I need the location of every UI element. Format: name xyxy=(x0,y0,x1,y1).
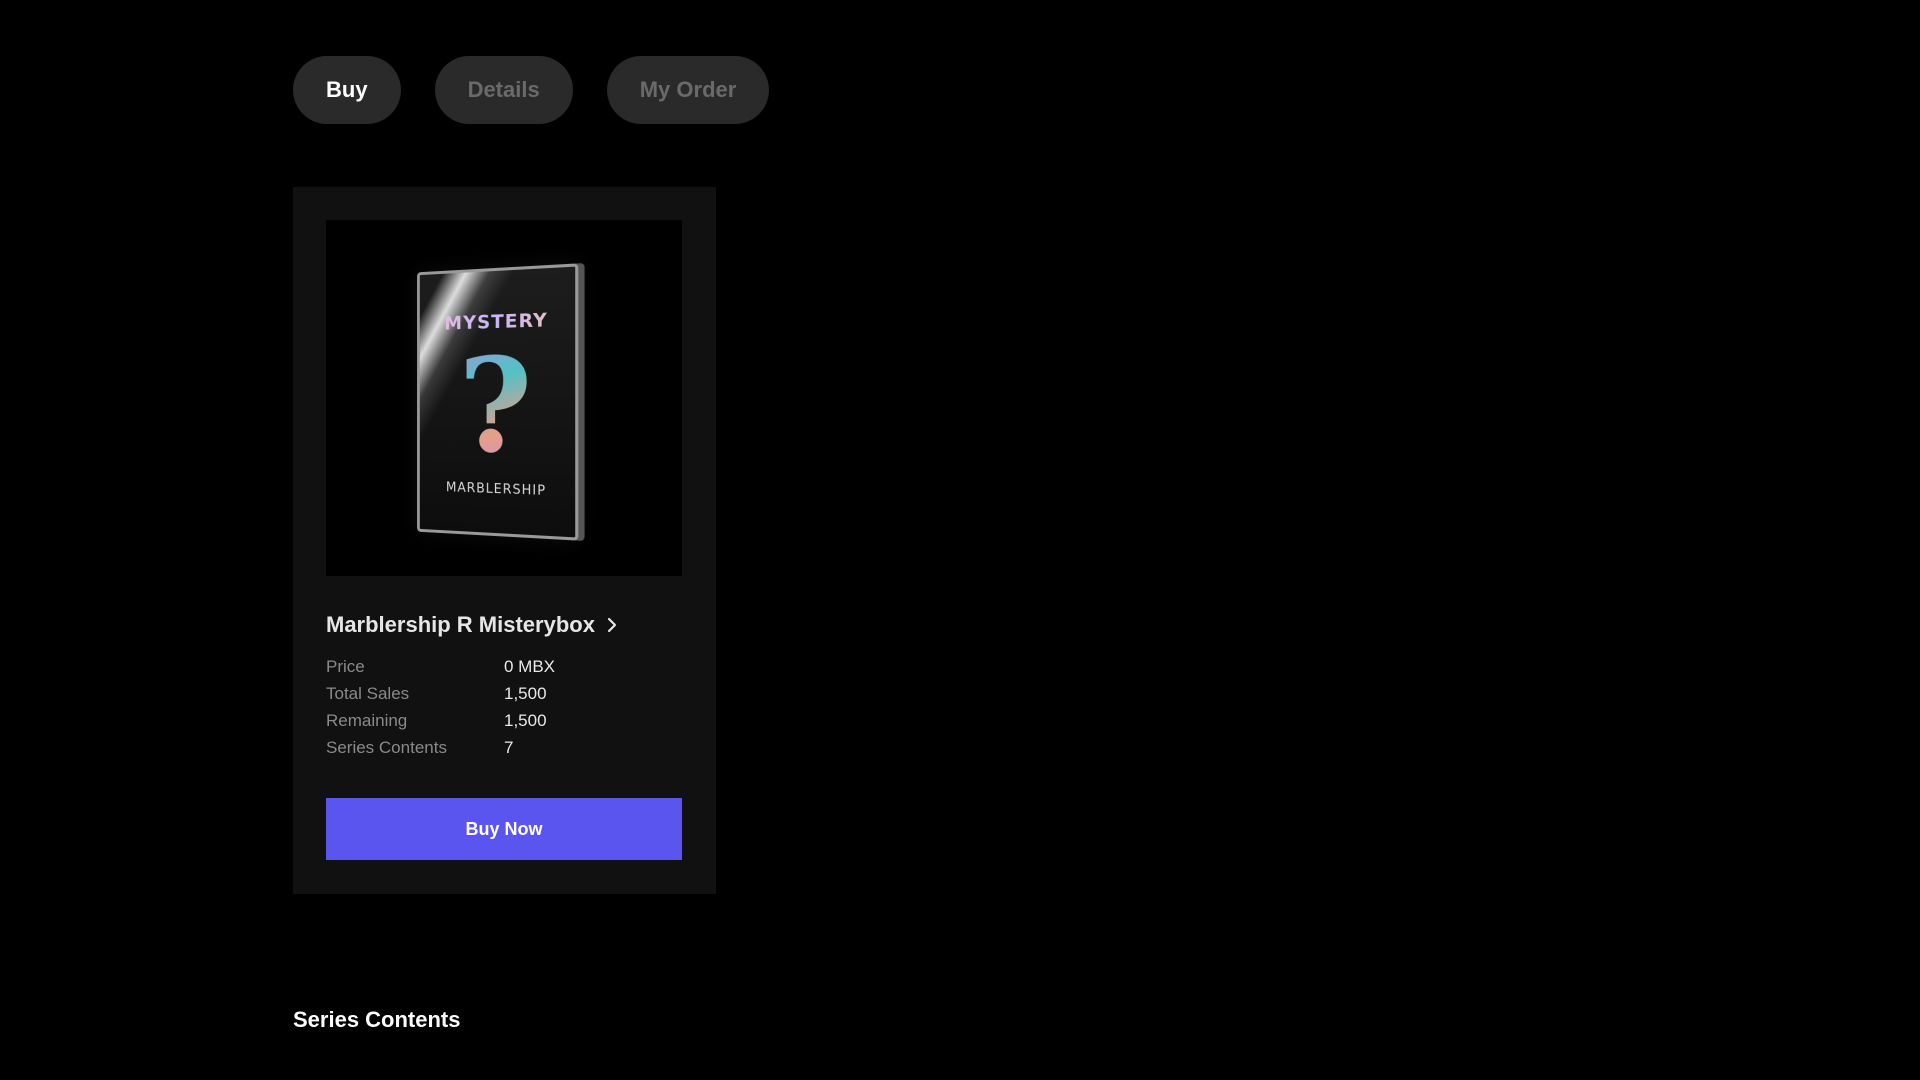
tab-buy[interactable]: Buy xyxy=(293,56,401,124)
stat-value: 7 xyxy=(504,737,514,757)
product-title: Marblership R Misterybox xyxy=(326,612,595,637)
stat-row-total-sales: Total Sales 1,500 xyxy=(326,680,555,707)
buy-now-button[interactable]: Buy Now xyxy=(326,798,682,860)
product-stats: Price 0 MBX Total Sales 1,500 Remaining … xyxy=(326,653,555,761)
product-image[interactable]: MYSTERY ? MARBLERSHIP xyxy=(326,220,682,576)
stat-value: 0 MBX xyxy=(504,656,556,676)
series-contents-heading: Series Contents xyxy=(293,1007,461,1032)
box-bottom-text: MARBLERSHIP xyxy=(445,480,547,500)
chevron-right-icon xyxy=(607,617,617,633)
mystery-box-art: MYSTERY ? MARBLERSHIP xyxy=(417,263,579,541)
stat-label: Series Contents xyxy=(326,737,447,757)
question-mark-glyph: ? xyxy=(420,328,575,483)
product-title-link[interactable]: Marblership R Misterybox xyxy=(326,612,619,638)
stat-row-remaining: Remaining 1,500 xyxy=(326,707,555,734)
tab-my-order[interactable]: My Order xyxy=(606,56,770,124)
stat-label: Total Sales xyxy=(326,683,410,703)
page: Buy Details My Order MYSTERY ? MARBLERSH… xyxy=(0,0,1920,1080)
stat-value: 1,500 xyxy=(504,683,547,703)
stat-value: 1,500 xyxy=(504,710,547,730)
tab-details[interactable]: Details xyxy=(434,56,573,124)
stat-row-series-contents: Series Contents 7 xyxy=(326,734,555,761)
stat-row-price: Price 0 MBX xyxy=(326,653,555,680)
tab-bar: Buy Details My Order xyxy=(293,56,770,124)
product-card: MYSTERY ? MARBLERSHIP Marblership R Mist… xyxy=(293,187,716,894)
stat-label: Price xyxy=(326,656,365,676)
stat-label: Remaining xyxy=(326,710,408,730)
